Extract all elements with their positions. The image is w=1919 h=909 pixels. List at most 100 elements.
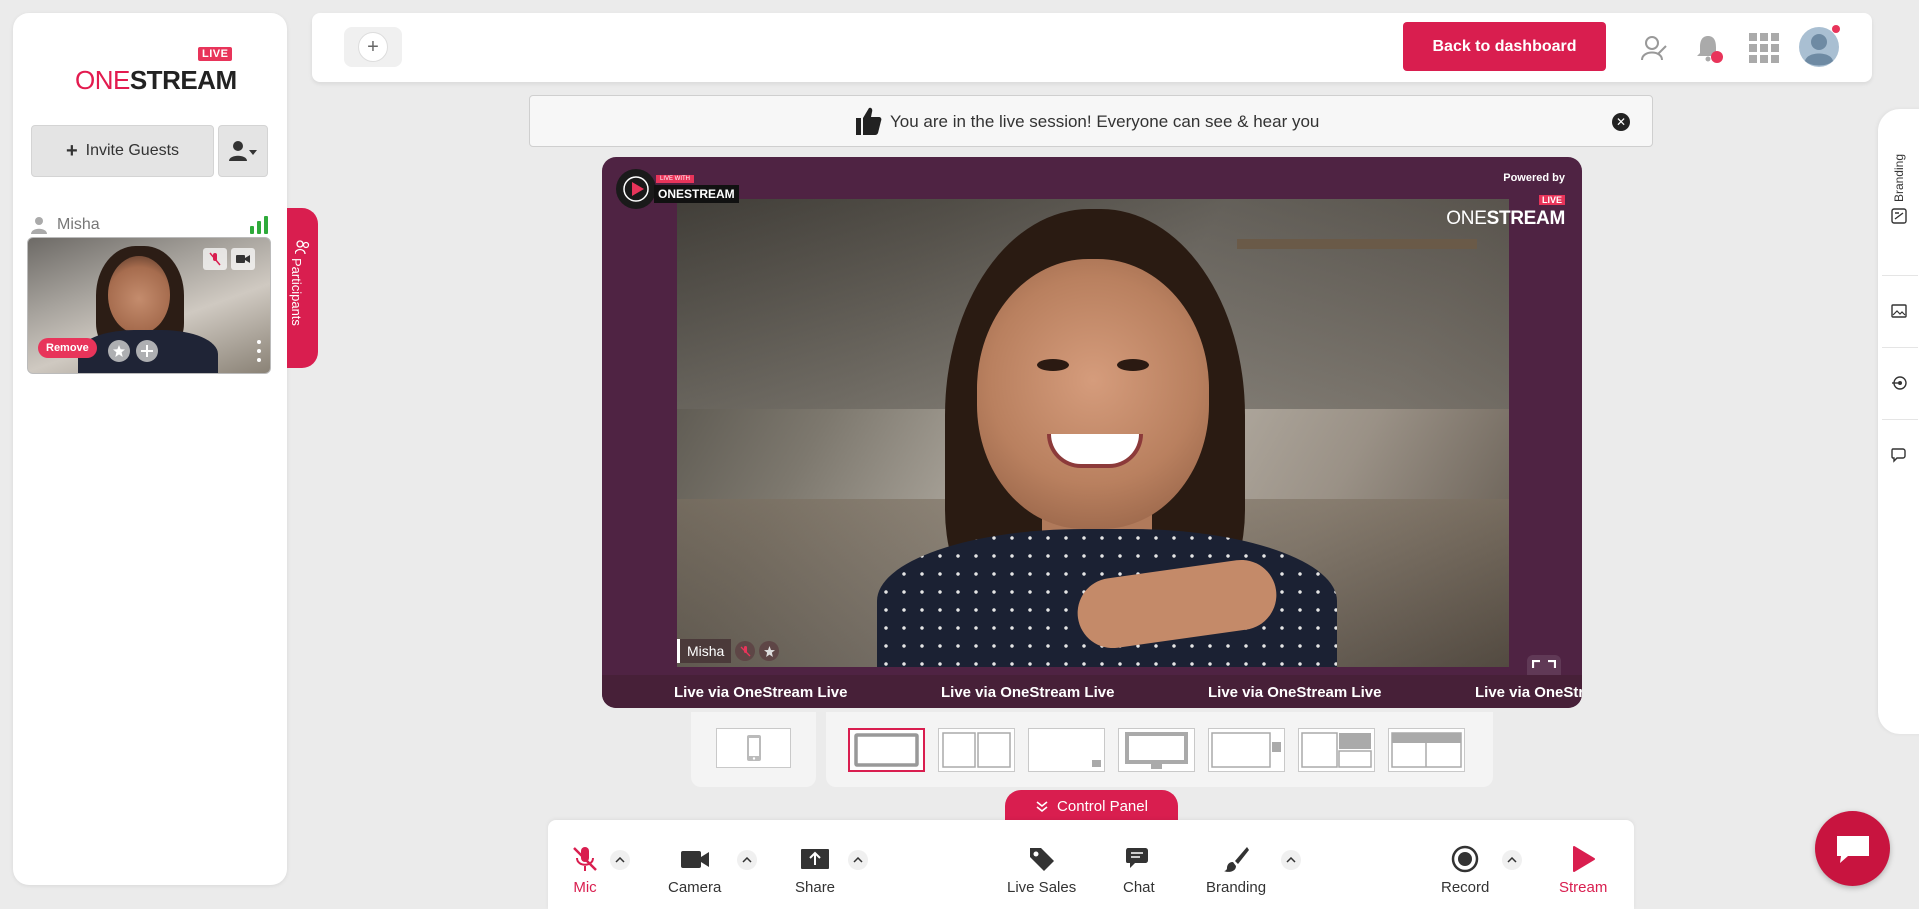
video-camera-icon: [680, 851, 709, 868]
stream-button[interactable]: Stream: [1559, 845, 1607, 896]
stage-logo: LIVE WITH ONESTREAM: [616, 169, 746, 209]
chevron-double-down-icon: [1036, 800, 1048, 812]
layout-stacked-right[interactable]: [1298, 728, 1375, 772]
play-icon: [1573, 846, 1596, 872]
stage-name-tag: Misha: [677, 638, 780, 664]
star-icon[interactable]: [108, 340, 130, 362]
stage-participant-name: Misha: [677, 639, 732, 663]
live-session-message: You are in the live session! Everyone ca…: [890, 112, 1320, 131]
guest-user-icon[interactable]: [1637, 31, 1671, 65]
control-bar: Mic Camera Share Live Sales Chat Brandin…: [548, 820, 1634, 909]
participant-video-thumbnail[interactable]: Remove: [27, 237, 271, 374]
guest-options-button[interactable]: [218, 125, 268, 177]
screen-share-icon: [801, 849, 830, 869]
close-banner-icon[interactable]: ✕: [1612, 113, 1630, 131]
invite-guests-label: Invite Guests: [85, 142, 180, 159]
powered-by-label: Powered by: [1503, 172, 1565, 184]
chat-button[interactable]: Chat: [1123, 845, 1155, 896]
signal-strength-icon: [250, 216, 268, 234]
image-icon: [1890, 304, 1907, 318]
mic-options-chevron[interactable]: [610, 850, 630, 870]
layout-small-corner[interactable]: [1028, 728, 1105, 772]
mic-button[interactable]: Mic: [571, 845, 599, 896]
share-options-chevron[interactable]: [848, 850, 868, 870]
top-bar: + Back to dashboard: [312, 13, 1872, 82]
chat-bubbles-icon: [1125, 848, 1148, 868]
share-button[interactable]: Share: [795, 845, 835, 896]
layout-single[interactable]: [848, 728, 925, 772]
radar-icon: [1891, 376, 1907, 390]
participant-name: Misha: [57, 216, 100, 233]
rail-branding-label: Branding: [1891, 153, 1906, 203]
participants-icon: [295, 240, 310, 255]
logo-live-badge: LIVE: [198, 47, 233, 61]
user-avatar[interactable]: [1797, 25, 1841, 69]
camera-label: Camera: [668, 879, 722, 896]
mic-muted-icon[interactable]: [203, 248, 227, 270]
chat-label: Chat: [1123, 879, 1155, 896]
back-to-dashboard-button[interactable]: Back to dashboard: [1403, 22, 1606, 71]
ticker-item: Live via OneStream Live: [1475, 684, 1582, 701]
ticker-item: Live via OneStream Live: [1208, 684, 1382, 701]
left-sidebar: LIVE ONESTREAM + Invite Guests Misha Rem…: [13, 13, 287, 885]
live-session-banner: You are in the live session! Everyone ca…: [529, 95, 1653, 147]
share-label: Share: [795, 879, 836, 896]
layout-screen-share[interactable]: [1118, 728, 1195, 772]
layout-grid[interactable]: [1388, 728, 1465, 772]
participant-row: Misha: [31, 213, 271, 237]
more-options-icon[interactable]: [256, 340, 262, 362]
remove-participant-button[interactable]: Remove: [38, 338, 97, 358]
branding-options-chevron[interactable]: [1281, 850, 1301, 870]
chat-icon: [1836, 835, 1869, 863]
live-sales-button[interactable]: Live Sales: [1007, 845, 1076, 896]
paint-brush-icon: [1224, 847, 1250, 872]
mobile-layout-button[interactable]: [716, 728, 791, 768]
rail-overlay-tab[interactable]: [1878, 359, 1919, 407]
control-panel-label: Control Panel: [1057, 798, 1148, 815]
rail-media-tab[interactable]: [1878, 287, 1919, 335]
mobile-phone-icon: [746, 735, 761, 761]
stage-ticker: Live via OneStream Live Live via OneStre…: [602, 675, 1582, 708]
record-label: Record: [1441, 879, 1490, 896]
notification-bell-icon[interactable]: [1692, 31, 1726, 65]
camera-button[interactable]: Camera: [668, 845, 721, 896]
stage-brand-watermark: LIVE ONESTREAM: [1446, 195, 1565, 229]
live-sales-label: Live Sales: [1007, 879, 1077, 896]
ticker-item: Live via OneStream Live: [674, 684, 848, 701]
invite-guests-button[interactable]: + Invite Guests: [31, 125, 214, 177]
camera-options-chevron[interactable]: [737, 850, 757, 870]
record-icon: [1451, 845, 1479, 873]
comments-icon: [1890, 448, 1906, 463]
layout-side-panel[interactable]: [1208, 728, 1285, 772]
record-options-chevron[interactable]: [1502, 850, 1522, 870]
control-panel-toggle[interactable]: Control Panel: [1005, 790, 1178, 823]
rail-branding-tab[interactable]: Branding: [1878, 139, 1919, 239]
rail-comments-tab[interactable]: [1878, 431, 1919, 479]
add-scene-button[interactable]: +: [358, 32, 388, 62]
add-scene-area: +: [344, 27, 402, 67]
stage-mic-muted-icon: [735, 641, 756, 661]
stage-star-icon: [759, 641, 780, 661]
plus-icon: +: [65, 139, 78, 162]
participants-tab-label: Participants: [289, 258, 304, 326]
right-rail: Branding: [1878, 109, 1919, 734]
branding-label: Branding: [1206, 879, 1267, 896]
stream-label: Stream: [1559, 879, 1608, 896]
apps-grid-icon[interactable]: [1747, 31, 1781, 65]
ticker-item: Live via OneStream Live: [941, 684, 1115, 701]
user-icon: [31, 217, 47, 234]
camera-icon[interactable]: [231, 248, 255, 270]
play-logo-icon: [616, 169, 656, 209]
tags-icon: [1029, 848, 1054, 871]
mic-label: Mic: [573, 879, 597, 896]
add-to-stage-icon[interactable]: [136, 340, 158, 362]
participants-tab[interactable]: Participants: [287, 208, 318, 368]
branding-button[interactable]: Branding: [1206, 845, 1266, 896]
main-video-feed: [677, 199, 1509, 667]
mic-muted-icon: [573, 847, 597, 871]
brand-template-icon: [1890, 208, 1907, 224]
record-button[interactable]: Record: [1441, 845, 1489, 896]
layout-side-by-side[interactable]: [938, 728, 1015, 772]
support-chat-button[interactable]: [1815, 811, 1890, 886]
onestream-logo: LIVE ONESTREAM: [75, 47, 245, 99]
